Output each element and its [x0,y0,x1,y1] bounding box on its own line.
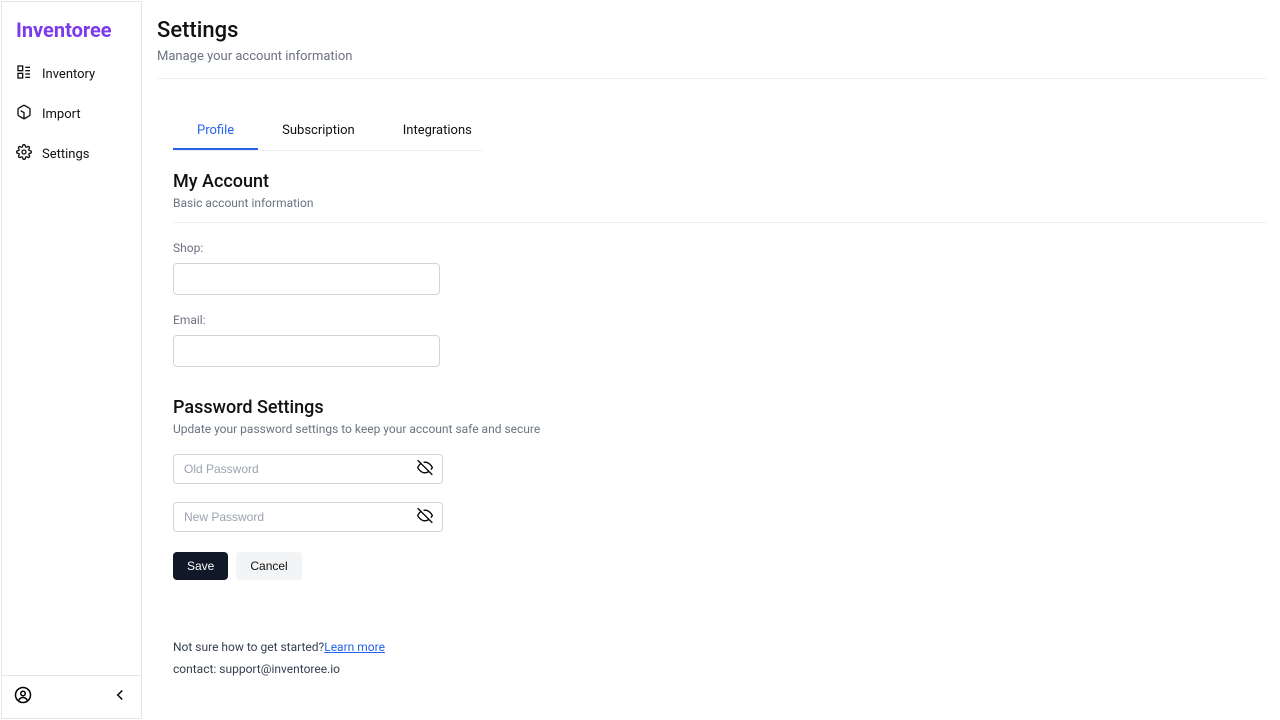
section-title: My Account [173,171,1266,192]
account-section: My Account Basic account information [173,171,1266,223]
old-password-input[interactable] [173,454,443,484]
password-section: Password Settings Update your password s… [173,397,1266,436]
save-button[interactable]: Save [173,552,228,580]
old-password-field [173,454,443,484]
divider [173,222,1266,223]
button-row: Save Cancel [173,552,1266,580]
sidebar: Inventoree Inventory [1,1,142,719]
sidebar-item-settings[interactable]: Settings [2,134,141,174]
shop-label: Shop: [173,241,1266,255]
section-description: Update your password settings to keep yo… [173,422,1266,436]
tab-integrations[interactable]: Integrations [379,113,496,150]
sidebar-item-label: Import [42,107,81,122]
shop-field: Shop: [173,241,1266,295]
import-icon [16,104,32,124]
dashboard-icon [16,64,32,84]
contact-text: contact: support@inventoree.io [173,662,1266,676]
email-input[interactable] [173,335,440,367]
learn-more-link[interactable]: Learn more [324,640,385,654]
cancel-button[interactable]: Cancel [236,552,301,580]
email-label: Email: [173,313,1266,327]
new-password-input[interactable] [173,502,443,532]
tab-subscription[interactable]: Subscription [258,113,379,150]
shop-input[interactable] [173,263,440,295]
divider [157,78,1266,79]
app-logo: Inventoree [2,2,141,54]
gear-icon [16,144,32,164]
section-title: Password Settings [173,397,1266,418]
sidebar-item-label: Settings [42,147,89,162]
page-subtitle: Manage your account information [157,49,1266,64]
chevron-left-icon[interactable] [111,686,129,708]
toggle-old-password-visibility[interactable] [415,458,435,481]
new-password-field [173,502,443,532]
sidebar-item-label: Inventory [42,67,95,82]
tabs: Profile Subscription Integrations [173,113,483,151]
eye-off-icon [417,460,433,479]
sidebar-footer [2,675,141,718]
sidebar-item-inventory[interactable]: Inventory [2,54,141,94]
section-description: Basic account information [173,196,1266,210]
page-title: Settings [157,18,1266,43]
footer: Not sure how to get started?Learn more c… [173,640,1266,676]
toggle-new-password-visibility[interactable] [415,506,435,529]
eye-off-icon [417,508,433,527]
user-icon[interactable] [14,686,32,708]
sidebar-item-import[interactable]: Import [2,94,141,134]
main-content: Settings Manage your account information… [143,0,1280,720]
help-text: Not sure how to get started?Learn more [173,640,1266,654]
tab-profile[interactable]: Profile [173,113,258,150]
email-field: Email: [173,313,1266,367]
